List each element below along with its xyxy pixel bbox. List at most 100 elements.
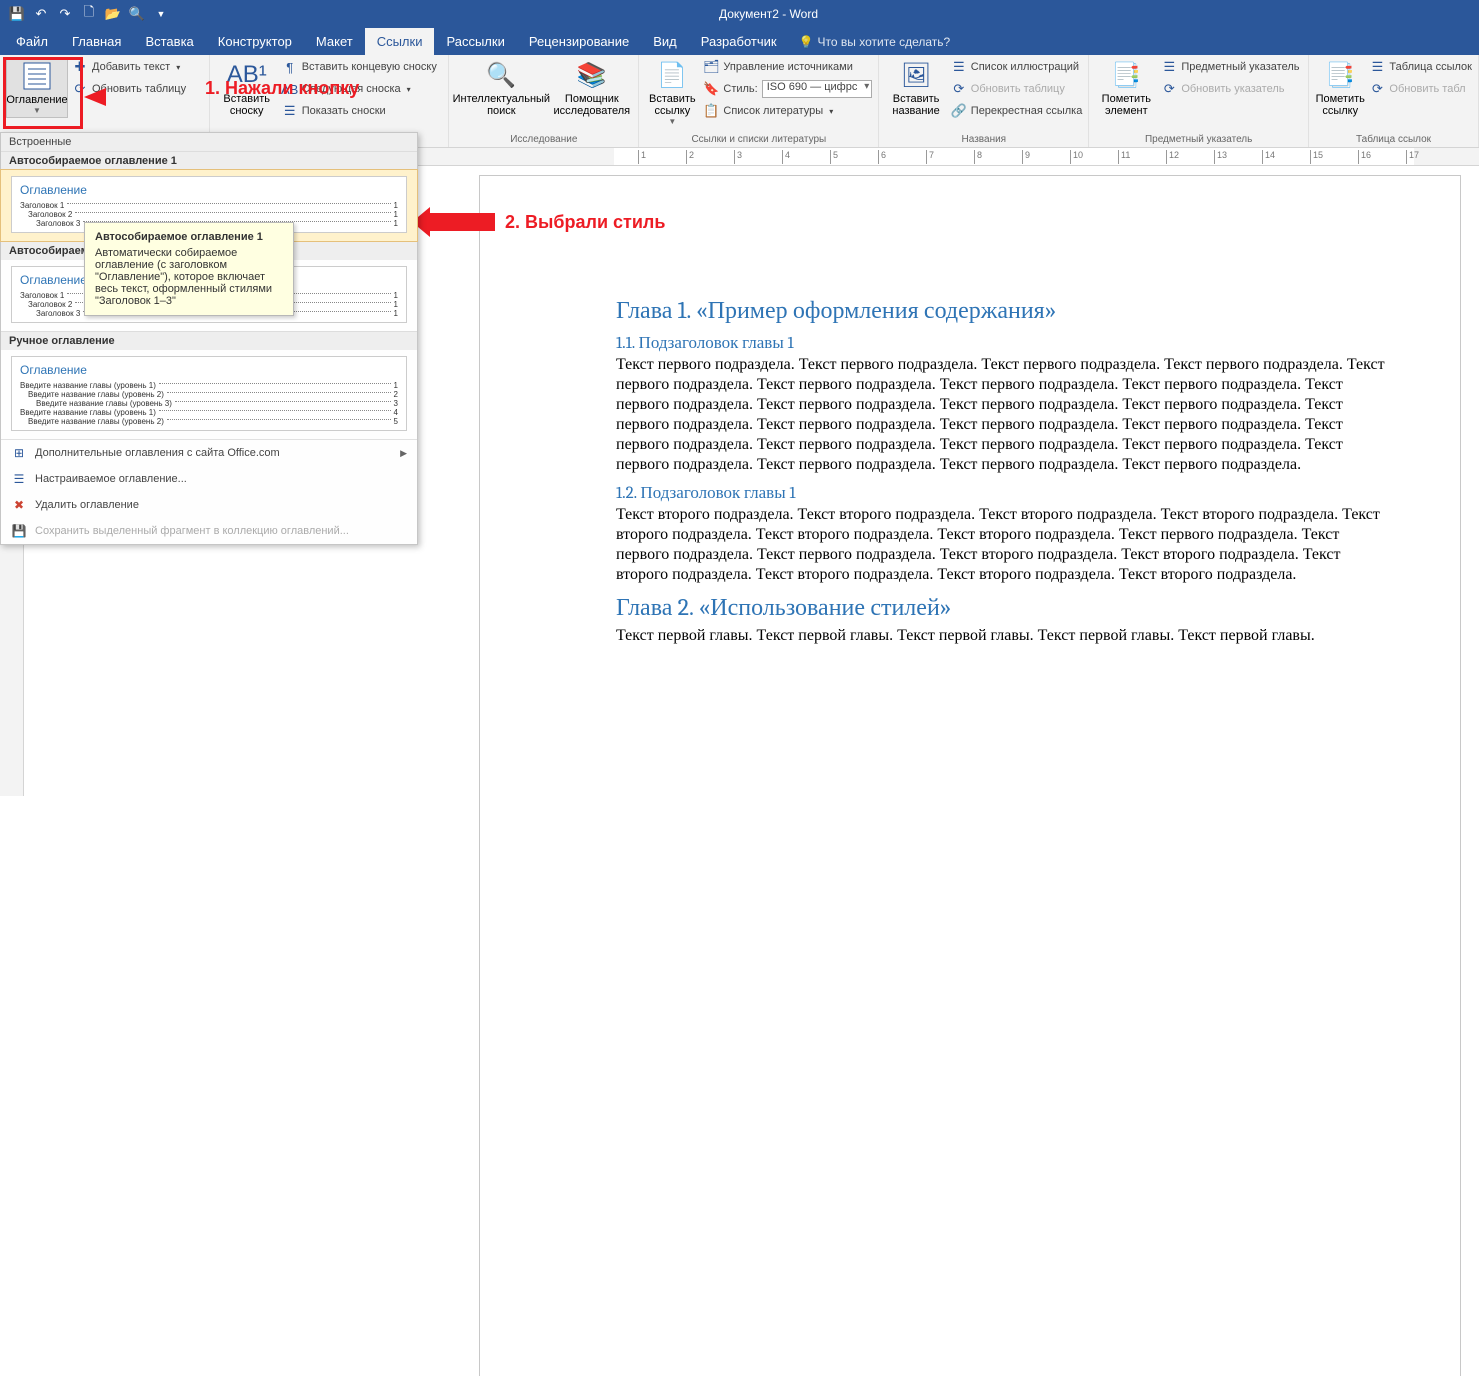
refresh-icon: ⟳ [1369, 81, 1385, 97]
show-notes-icon: ☰ [282, 103, 298, 119]
redo-icon[interactable]: ↷ [54, 3, 76, 25]
figure-list-icon: ☰ [951, 59, 967, 75]
insert-citation-button[interactable]: 📄 Вставить ссылку ▼ [645, 57, 699, 128]
doc-heading-1[interactable]: Глава 1. «Пример оформления содержания» [616, 296, 1390, 325]
researcher-button[interactable]: 📚 Помощник исследователя [551, 57, 632, 119]
smart-lookup-button[interactable]: 🔍 Интеллектуальный поиск [455, 57, 547, 119]
mark-index-entry-button[interactable]: 📑 Пометить элемент [1095, 57, 1157, 119]
insert-endnote-button[interactable]: ¶Вставить концевую сноску [282, 57, 437, 77]
endnote-icon: ¶ [282, 59, 298, 75]
caption-icon: 🖼 [900, 59, 932, 91]
toc-button[interactable]: Оглавление ▼ [6, 57, 68, 118]
group-research-label: Исследование [455, 132, 632, 147]
doc-heading-2[interactable]: 1.1. Подзаголовок главы 1 [616, 333, 1390, 353]
group-captions-label: Названия [885, 132, 1082, 147]
smart-lookup-icon: 🔍 [485, 59, 517, 91]
gallery-item-manual-title: Ручное оглавление [1, 331, 417, 350]
save-icon[interactable]: 💾 [6, 3, 28, 25]
chevron-right-icon: ▶ [400, 448, 407, 459]
add-text-button[interactable]: ✚Добавить текст▾ [72, 57, 186, 77]
document-page[interactable]: Глава 1. «Пример оформления содержания» … [480, 176, 1460, 1376]
qat-dropdown-icon[interactable]: ▼ [150, 3, 172, 25]
bibliography-button[interactable]: 📋Список литературы▾ [703, 101, 872, 121]
gallery-preview: Оглавление Введите название главы (урове… [11, 356, 407, 431]
print-preview-icon[interactable]: 🔍 [126, 3, 148, 25]
group-index-label: Предметный указатель [1095, 132, 1302, 147]
tab-home[interactable]: Главная [60, 28, 133, 55]
toa-icon: ☰ [1369, 59, 1385, 75]
toc-icon [21, 60, 53, 92]
mark-entry-icon: 📑 [1110, 59, 1142, 91]
doc-heading-2[interactable]: 1.2. Подзаголовок главы 1 [616, 483, 1390, 503]
tab-view[interactable]: Вид [641, 28, 689, 55]
bibliography-icon: 📋 [703, 103, 719, 119]
update-figures-button[interactable]: ⟳Обновить таблицу [951, 79, 1083, 99]
doc-paragraph[interactable]: Текст первого подраздела. Текст первого … [616, 355, 1390, 475]
insert-index-button[interactable]: ☰Предметный указатель [1161, 57, 1299, 77]
citation-style-row: 🔖 Стиль: ISO 690 — цифрс [703, 79, 872, 99]
show-footnotes-button[interactable]: ☰Показать сноски [282, 101, 437, 121]
lightbulb-icon: 💡 [799, 35, 814, 49]
gallery-section-builtin: Встроенные [1, 133, 417, 151]
tell-me-search[interactable]: 💡 Что вы хотите сделать? [789, 28, 961, 55]
dropdown-icon: ▼ [33, 106, 41, 115]
style-icon: 🔖 [703, 81, 719, 97]
citation-style-select[interactable]: ISO 690 — цифрс [762, 80, 873, 98]
update-toa-button[interactable]: ⟳Обновить табл [1369, 79, 1472, 99]
gallery-tooltip: Автособираемое оглавление 1 Автоматическ… [84, 222, 294, 316]
gallery-more-from-office[interactable]: ⊞ Дополнительные оглавления с сайта Offi… [1, 440, 417, 466]
refresh-icon: ⟳ [1161, 81, 1177, 97]
gallery-remove-toc[interactable]: ✖ Удалить оглавление [1, 492, 417, 518]
refresh-icon: ⟳ [951, 81, 967, 97]
tooltip-title: Автособираемое оглавление 1 [95, 231, 283, 243]
doc-paragraph[interactable]: Текст первой главы. Текст первой главы. … [616, 626, 1390, 646]
gallery-item-auto1-title: Автособираемое оглавление 1 [1, 151, 417, 170]
tab-mailings[interactable]: Рассылки [434, 28, 516, 55]
quick-access-toolbar: 💾 ↶ ↷ 🗋 📂 🔍 ▼ [0, 3, 178, 25]
office-icon: ⊞ [11, 445, 27, 461]
mark-citation-button[interactable]: 📑 Пометить ссылку [1315, 57, 1365, 119]
open-icon[interactable]: 📂 [102, 3, 124, 25]
ribbon-tabs: Файл Главная Вставка Конструктор Макет С… [0, 28, 1479, 55]
gallery-custom-toc[interactable]: ☰ Настраиваемое оглавление... [1, 466, 417, 492]
crossref-icon: 🔗 [951, 103, 967, 119]
tooltip-body: Автоматически собираемое оглавление (с з… [95, 247, 283, 307]
tab-review[interactable]: Рецензирование [517, 28, 641, 55]
doc-paragraph[interactable]: Текст второго подраздела. Текст второго … [616, 505, 1390, 585]
annotation-arrow-2 [430, 213, 495, 231]
update-toc-button[interactable]: ⟳Обновить таблицу [72, 79, 186, 99]
tab-developer[interactable]: Разработчик [689, 28, 789, 55]
group-toa-label: Таблица ссылок [1315, 132, 1472, 147]
gallery-save-selection: 💾 Сохранить выделенный фрагмент в коллек… [1, 518, 417, 544]
annotation-text-2: 2. Выбрали стиль [505, 212, 665, 233]
cross-reference-button[interactable]: 🔗Перекрестная ссылка [951, 101, 1083, 121]
researcher-icon: 📚 [576, 59, 608, 91]
mark-citation-icon: 📑 [1324, 59, 1356, 91]
undo-icon[interactable]: ↶ [30, 3, 52, 25]
group-citations-label: Ссылки и списки литературы [645, 132, 872, 147]
citation-icon: 📄 [656, 59, 688, 91]
toc-label: Оглавление [6, 94, 67, 106]
list-of-figures-button[interactable]: ☰Список иллюстраций [951, 57, 1083, 77]
gallery-item-manual[interactable]: Оглавление Введите название главы (урове… [1, 350, 417, 439]
manage-sources-icon: 🗂 [703, 59, 719, 75]
tell-me-text: Что вы хотите сделать? [818, 35, 951, 49]
insert-caption-button[interactable]: 🖼 Вставить название [885, 57, 946, 119]
index-icon: ☰ [1161, 59, 1177, 75]
custom-toc-icon: ☰ [11, 471, 27, 487]
update-index-button[interactable]: ⟳Обновить указатель [1161, 79, 1299, 99]
add-text-icon: ✚ [72, 59, 88, 75]
title-bar: 💾 ↶ ↷ 🗋 📂 🔍 ▼ Документ2 - Word [0, 0, 1479, 28]
tab-design[interactable]: Конструктор [206, 28, 304, 55]
new-doc-icon[interactable]: 🗋 [78, 3, 100, 25]
annotation-text-1: 1. Нажали кнопку [205, 78, 359, 99]
tab-references[interactable]: Ссылки [365, 28, 435, 55]
doc-heading-1[interactable]: Глава 2. «Использование стилей» [616, 593, 1390, 622]
tab-file[interactable]: Файл [4, 28, 60, 55]
manage-sources-button[interactable]: 🗂Управление источниками [703, 57, 872, 77]
tab-layout[interactable]: Макет [304, 28, 365, 55]
insert-toa-button[interactable]: ☰Таблица ссылок [1369, 57, 1472, 77]
tab-insert[interactable]: Вставка [133, 28, 205, 55]
save-selection-icon: 💾 [11, 523, 27, 539]
window-title: Документ2 - Word [178, 7, 1359, 21]
